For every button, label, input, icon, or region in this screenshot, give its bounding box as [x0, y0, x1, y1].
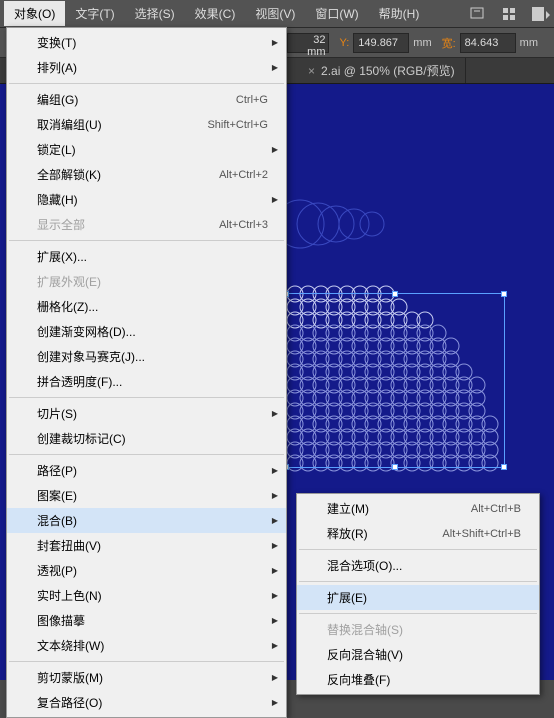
smi-replace-spine: 替换混合轴(S) [297, 617, 539, 642]
w-unit: mm [520, 37, 538, 49]
mi-slice[interactable]: 切片(S) [7, 401, 286, 426]
menu-object[interactable]: 对象(O) [4, 1, 65, 26]
smi-reverse-spine[interactable]: 反向混合轴(V) [297, 642, 539, 667]
doc-tab-title: 2.ai @ 150% (RGB/预览) [321, 62, 455, 79]
mi-transform[interactable]: 变换(T) [7, 30, 286, 55]
mi-lock[interactable]: 锁定(L) [7, 137, 286, 162]
separator [9, 240, 284, 241]
smi-make[interactable]: 建立(M)Alt+Ctrl+B [297, 496, 539, 521]
mi-compound-path[interactable]: 复合路径(O) [7, 690, 286, 715]
close-icon[interactable]: × [308, 64, 315, 78]
mi-expand[interactable]: 扩展(X)... [7, 244, 286, 269]
mi-blend[interactable]: 混合(B) [7, 508, 286, 533]
mi-gradient-mesh[interactable]: 创建渐变网格(D)... [7, 319, 286, 344]
separator [299, 581, 537, 582]
handle-se[interactable] [501, 464, 507, 470]
separator [9, 661, 284, 662]
mi-show-all: 显示全部Alt+Ctrl+3 [7, 212, 286, 237]
mag-icon[interactable] [468, 6, 486, 22]
mi-live-paint[interactable]: 实时上色(N) [7, 583, 286, 608]
y-label: Y: [339, 37, 349, 49]
layout-icon[interactable] [532, 6, 550, 22]
mi-group[interactable]: 编组(G)Ctrl+G [7, 87, 286, 112]
handle-ne[interactable] [501, 291, 507, 297]
mi-arrange[interactable]: 排列(A) [7, 55, 286, 80]
mi-crop-marks[interactable]: 创建裁切标记(C) [7, 426, 286, 451]
mi-flatten[interactable]: 拼合透明度(F)... [7, 369, 286, 394]
separator [9, 397, 284, 398]
mi-path[interactable]: 路径(P) [7, 458, 286, 483]
mi-unlock-all[interactable]: 全部解锁(K)Alt+Ctrl+2 [7, 162, 286, 187]
handle-n[interactable] [392, 291, 398, 297]
menubar: 对象(O) 文字(T) 选择(S) 效果(C) 视图(V) 窗口(W) 帮助(H… [0, 0, 554, 28]
mi-envelope[interactable]: 封套扭曲(V) [7, 533, 286, 558]
mi-clipping-mask[interactable]: 剪切蒙版(M) [7, 665, 286, 690]
smi-options[interactable]: 混合选项(O)... [297, 553, 539, 578]
mi-perspective[interactable]: 透视(P) [7, 558, 286, 583]
smi-release[interactable]: 释放(R)Alt+Shift+Ctrl+B [297, 521, 539, 546]
mi-rasterize[interactable]: 栅格化(Z)... [7, 294, 286, 319]
menu-help[interactable]: 帮助(H) [369, 1, 430, 26]
mi-pattern[interactable]: 图案(E) [7, 483, 286, 508]
menu-window[interactable]: 窗口(W) [305, 1, 368, 26]
menu-type[interactable]: 文字(T) [65, 1, 124, 26]
doc-tab[interactable]: × 2.ai @ 150% (RGB/预览) [298, 58, 466, 83]
handle-s[interactable] [392, 464, 398, 470]
y-unit: mm [413, 37, 431, 49]
object-menu-dropdown: 变换(T) 排列(A) 编组(G)Ctrl+G 取消编组(U)Shift+Ctr… [6, 27, 287, 718]
smi-expand[interactable]: 扩展(E) [297, 585, 539, 610]
w-label: 宽: [442, 35, 456, 51]
mi-object-mosaic[interactable]: 创建对象马赛克(J)... [7, 344, 286, 369]
menu-view[interactable]: 视图(V) [245, 1, 305, 26]
separator [9, 83, 284, 84]
menu-select[interactable]: 选择(S) [125, 1, 185, 26]
x-partial: 32 mm [287, 33, 329, 53]
mi-image-trace[interactable]: 图像描摹 [7, 608, 286, 633]
separator [299, 613, 537, 614]
separator [299, 549, 537, 550]
mi-text-wrap[interactable]: 文本绕排(W) [7, 633, 286, 658]
mi-expand-appearance: 扩展外观(E) [7, 269, 286, 294]
grid-icon[interactable] [500, 6, 518, 22]
menu-effect[interactable]: 效果(C) [185, 1, 246, 26]
y-field[interactable] [353, 33, 409, 53]
mi-ungroup[interactable]: 取消编组(U)Shift+Ctrl+G [7, 112, 286, 137]
w-field[interactable] [460, 33, 516, 53]
blend-submenu: 建立(M)Alt+Ctrl+B 释放(R)Alt+Shift+Ctrl+B 混合… [296, 493, 540, 695]
selection-box[interactable] [285, 293, 505, 468]
separator [9, 454, 284, 455]
mi-hide[interactable]: 隐藏(H) [7, 187, 286, 212]
